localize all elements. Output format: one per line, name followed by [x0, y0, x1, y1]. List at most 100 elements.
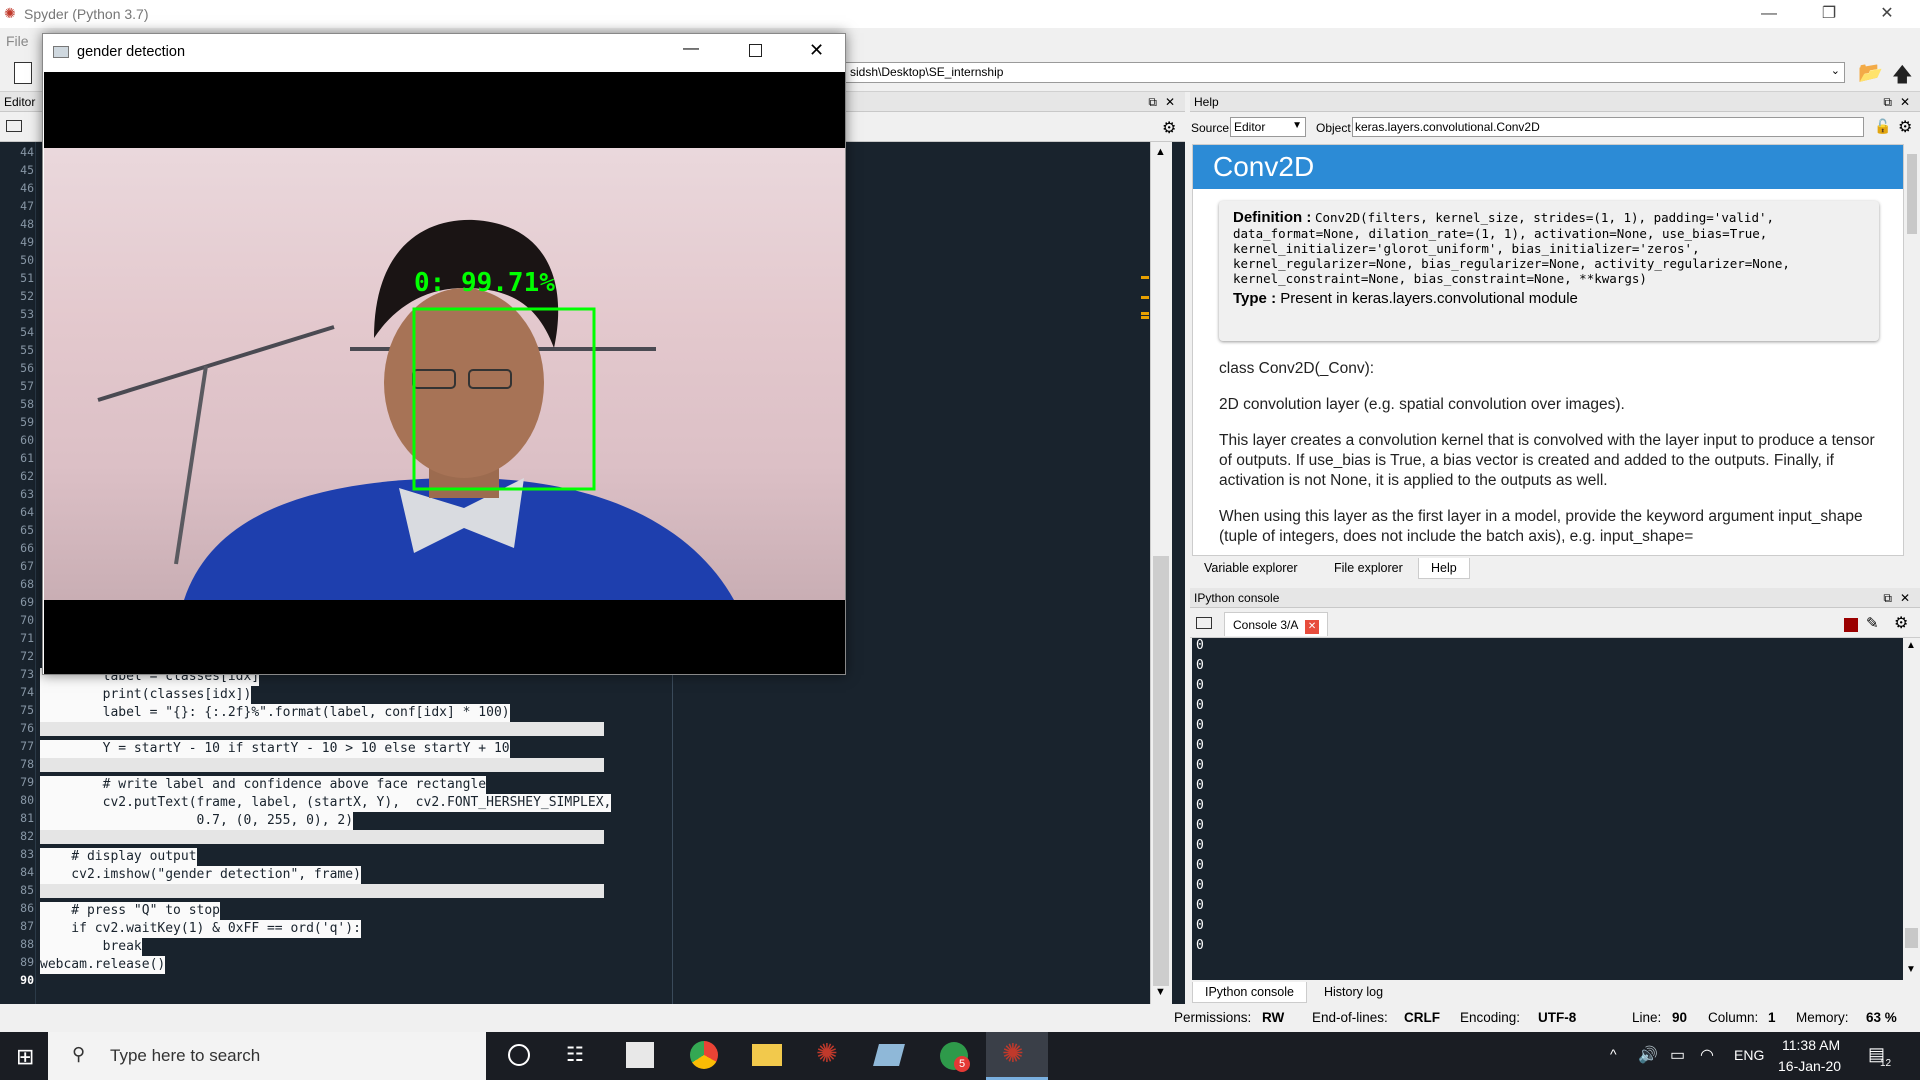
- line-number: 62: [20, 469, 34, 483]
- clock-date[interactable]: 16-Jan-20: [1778, 1058, 1841, 1074]
- restore-icon[interactable]: ❐: [1806, 0, 1852, 28]
- language-indicator[interactable]: ENG: [1734, 1047, 1764, 1063]
- console-line: 0: [1196, 918, 1204, 933]
- undock-icon[interactable]: ⧉: [1883, 591, 1892, 606]
- menu-file[interactable]: File: [6, 33, 29, 49]
- wifi-icon[interactable]: ◠: [1700, 1045, 1714, 1065]
- close-icon[interactable]: ✕: [1864, 0, 1910, 28]
- object-input[interactable]: keras.layers.convolutional.Conv2D: [1352, 117, 1864, 137]
- clock-time[interactable]: 11:38 AM: [1782, 1037, 1840, 1053]
- selection-band: [40, 884, 604, 898]
- tab-history-log[interactable]: History log: [1312, 982, 1395, 1003]
- line-number: 67: [20, 559, 34, 573]
- wall-rod: [174, 365, 208, 565]
- browse-tabs-icon[interactable]: [1196, 617, 1212, 629]
- close-tab-icon[interactable]: ✕: [1305, 620, 1320, 634]
- battery-icon[interactable]: ▭: [1670, 1045, 1685, 1065]
- scroll-down-icon[interactable]: ▼: [1906, 964, 1916, 975]
- tab-ipython-console[interactable]: IPython console: [1192, 982, 1307, 1003]
- gear-icon[interactable]: ⚙: [1898, 117, 1912, 137]
- code-line: label = "{}: {:.2f}%".format(label, conf…: [40, 704, 510, 722]
- line-number: 76: [20, 721, 34, 735]
- encoding-value: UTF-8: [1538, 1010, 1577, 1025]
- scroll-down-icon[interactable]: ▼: [1155, 986, 1166, 998]
- lock-icon[interactable]: 🔓: [1874, 118, 1891, 135]
- spyder-taskbar-icon[interactable]: ✺: [816, 1038, 838, 1069]
- close-pane-icon[interactable]: ✕: [1900, 591, 1910, 605]
- minimize-icon[interactable]: —: [683, 40, 699, 58]
- stop-icon[interactable]: [1844, 618, 1858, 632]
- help-scrollbar[interactable]: [1904, 144, 1920, 556]
- working-directory-combo[interactable]: sidsh\Desktop\SE_internship ⌄: [845, 62, 1845, 83]
- status-bar: Permissions: RW End-of-lines: CRLF Encod…: [0, 1004, 1920, 1032]
- undock-icon[interactable]: ⧉: [1883, 95, 1892, 110]
- scroll-up-icon[interactable]: ▲: [1906, 640, 1916, 651]
- source-select[interactable]: Editor ▼: [1230, 117, 1306, 137]
- code-line: # write label and confidence above face …: [40, 776, 487, 794]
- folder-open-icon[interactable]: 📂: [1858, 60, 1883, 85]
- scroll-thumb[interactable]: [1905, 928, 1918, 948]
- definition-label: Definition :: [1233, 209, 1312, 226]
- close-pane-icon[interactable]: ✕: [1900, 95, 1910, 109]
- file-explorer-icon[interactable]: [752, 1044, 782, 1066]
- gender-detection-window[interactable]: gender detection — ✕ 0: 99.71%: [42, 33, 846, 675]
- cortana-icon[interactable]: [508, 1044, 530, 1066]
- cv-window-title: gender detection: [77, 44, 186, 60]
- line-number: 65: [20, 523, 34, 537]
- tab-help[interactable]: Help: [1418, 558, 1470, 579]
- line-number: 71: [20, 631, 34, 645]
- spyder-logo-icon: ✺: [4, 5, 16, 21]
- scroll-thumb[interactable]: [1153, 556, 1169, 986]
- task-view-icon[interactable]: ☷: [566, 1042, 584, 1067]
- line-number: 82: [20, 829, 34, 843]
- console-output[interactable]: 0 0 0 0 0 0 0 0 0 0 0 0 0 0 0 0: [1192, 638, 1904, 980]
- line-number: 87: [20, 919, 34, 933]
- help-heading-banner: Conv2D: [1193, 145, 1903, 189]
- chrome-icon[interactable]: [690, 1041, 718, 1069]
- console-line: 0: [1196, 878, 1204, 893]
- volume-icon[interactable]: 🔊: [1638, 1045, 1658, 1065]
- arrow-up-icon[interactable]: 🡅: [1892, 60, 1913, 94]
- line-number: 84: [20, 865, 34, 879]
- console-scrollbar[interactable]: ▲ ▼: [1903, 638, 1920, 980]
- close-icon[interactable]: ✕: [809, 40, 824, 61]
- cv-window-titlebar[interactable]: gender detection — ✕: [43, 34, 845, 72]
- gear-icon[interactable]: ⚙: [1894, 613, 1908, 633]
- console-line: 0: [1196, 738, 1204, 753]
- taskbar-search-box[interactable]: ⚲ Type here to search: [48, 1032, 486, 1080]
- minimize-icon[interactable]: —: [1746, 0, 1792, 28]
- scroll-up-icon[interactable]: ▲: [1155, 146, 1166, 158]
- code-line: cv2.putText(frame, label, (startX, Y), c…: [40, 794, 612, 812]
- line-number: 51: [20, 271, 34, 285]
- eraser-icon[interactable]: ✎: [1866, 614, 1879, 632]
- marker: [1141, 276, 1149, 279]
- definition-text: Conv2D(filters, kernel_size, strides=(1,…: [1233, 210, 1790, 286]
- line-number: 85: [20, 883, 34, 897]
- new-file-icon[interactable]: [14, 62, 32, 84]
- working-directory-path: sidsh\Desktop\SE_internship: [850, 65, 1004, 79]
- gear-icon[interactable]: ⚙: [1162, 118, 1176, 138]
- chevron-up-icon[interactable]: ^: [1610, 1046, 1617, 1062]
- windows-start-icon[interactable]: ⊞: [16, 1044, 34, 1070]
- spyder-active-icon[interactable]: ✺: [1002, 1038, 1024, 1069]
- maximize-icon[interactable]: [749, 44, 762, 57]
- store-icon[interactable]: [626, 1042, 654, 1068]
- help-toolbar: Source Editor ▼ Object keras.layers.conv…: [1190, 112, 1920, 144]
- undock-icon[interactable]: ⧉: [1148, 95, 1157, 110]
- line-number: 77: [20, 739, 34, 753]
- chevron-down-icon[interactable]: ⌄: [1831, 64, 1840, 77]
- editor-scrollbar[interactable]: ▲ ▼: [1141, 142, 1172, 1004]
- tab-file-explorer[interactable]: File explorer: [1322, 558, 1415, 579]
- code-line: # press "Q" to stop: [40, 902, 221, 920]
- line-number: 53: [20, 307, 34, 321]
- permissions-label: Permissions:: [1174, 1010, 1252, 1025]
- chevron-down-icon: ▼: [1292, 120, 1302, 131]
- help-paragraph: class Conv2D(_Conv):: [1219, 360, 1375, 377]
- code-line: if cv2.waitKey(1) & 0xFF == ord('q'):: [40, 920, 361, 938]
- console-tab[interactable]: Console 3/A ✕: [1224, 612, 1329, 636]
- tab-variable-explorer[interactable]: Variable explorer: [1192, 558, 1310, 579]
- scroll-thumb[interactable]: [1907, 154, 1917, 234]
- app-icon[interactable]: [873, 1044, 905, 1066]
- browse-tabs-icon[interactable]: [6, 120, 22, 132]
- close-pane-icon[interactable]: ✕: [1165, 95, 1175, 109]
